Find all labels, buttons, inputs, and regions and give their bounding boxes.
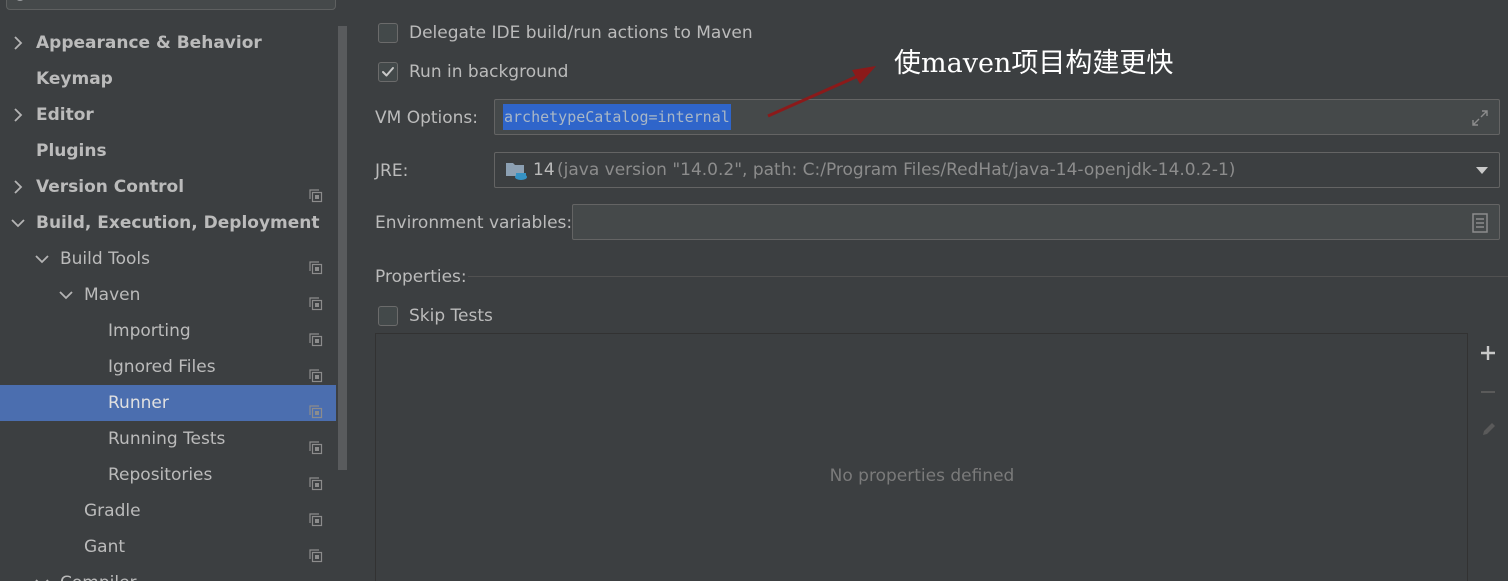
sidebar-item-label: Build, Execution, Deployment	[36, 213, 320, 233]
sidebar-item-maven[interactable]: Maven	[0, 277, 336, 313]
edit-icon[interactable]	[1480, 420, 1498, 438]
sidebar-item-label: Importing	[108, 321, 191, 341]
delegate-label[interactable]: Delegate IDE build/run actions to Maven	[409, 22, 753, 44]
skip-tests-checkbox[interactable]	[378, 306, 398, 326]
sidebar-item-label: Maven	[84, 285, 141, 305]
jre-details: (java version "14.0.2", path: C:/Program…	[557, 160, 1236, 180]
jre-version: 14	[533, 160, 555, 180]
vm-options-field[interactable]: archetypeCatalog=internal	[494, 99, 1500, 135]
sidebar-item-version-control[interactable]: Version Control	[0, 169, 336, 205]
settings-search-input[interactable]	[6, 0, 336, 10]
jre-combobox[interactable]: 14 (java version "14.0.2", path: C:/Prog…	[494, 152, 1500, 188]
vm-options-value[interactable]: archetypeCatalog=internal	[503, 104, 731, 130]
chevron-down-icon[interactable]	[33, 565, 51, 581]
browse-list-icon[interactable]	[1472, 213, 1488, 233]
vm-options-label: VM Options:	[375, 108, 479, 128]
expand-icon[interactable]	[1471, 109, 1489, 127]
chevron-down-icon[interactable]	[57, 277, 75, 313]
checkmark-icon	[382, 67, 394, 77]
sidebar-item-label: Keymap	[36, 69, 113, 89]
sidebar-item-gant[interactable]: Gant	[0, 529, 336, 565]
sidebar-item-label: Ignored Files	[108, 357, 216, 377]
sidebar-item-ignored-files[interactable]: Ignored Files	[0, 349, 336, 385]
sidebar-item-label: Gant	[84, 537, 126, 557]
sidebar-item-gradle[interactable]: Gradle	[0, 493, 336, 529]
properties-separator	[468, 276, 1508, 277]
sidebar-item-label: Gradle	[84, 501, 141, 521]
copy-settings-icon	[309, 288, 323, 311]
sidebar-item-editor[interactable]: Editor	[0, 97, 336, 133]
properties-empty-text: No properties defined	[829, 466, 1015, 486]
sidebar-item-build-tools[interactable]: Build Tools	[0, 241, 336, 277]
sidebar-item-label: Build Tools	[60, 249, 150, 269]
copy-settings-icon	[309, 360, 323, 383]
sidebar-item-label: Version Control	[36, 177, 185, 197]
sidebar-scroll-thumb[interactable]	[338, 26, 347, 470]
sidebar-item-compiler[interactable]: Compiler	[0, 565, 336, 581]
properties-toolbar	[1467, 333, 1508, 581]
runner-settings-panel: Delegate IDE build/run actions to Maven …	[349, 0, 1508, 581]
copy-settings-icon	[309, 432, 323, 455]
copy-settings-icon	[309, 540, 323, 563]
chevron-right-icon[interactable]	[9, 169, 27, 205]
run-in-background-label[interactable]: Run in background	[409, 61, 568, 83]
sidebar-item-label: Running Tests	[108, 429, 226, 449]
env-variables-label: Environment variables:	[375, 213, 573, 233]
sidebar-item-importing[interactable]: Importing	[0, 313, 336, 349]
remove-icon[interactable]	[1480, 384, 1496, 400]
add-icon[interactable]	[1480, 345, 1496, 361]
skip-tests-label[interactable]: Skip Tests	[409, 305, 493, 327]
chevron-down-icon[interactable]	[9, 205, 27, 241]
chevron-right-icon[interactable]	[9, 25, 27, 61]
dropdown-arrow-icon[interactable]	[1475, 166, 1489, 175]
sidebar-item-runner[interactable]: Runner	[0, 385, 349, 421]
sidebar-item-label: Compiler	[60, 565, 137, 581]
sidebar-item-appearance-behavior[interactable]: Appearance & Behavior	[0, 25, 336, 61]
copy-settings-icon	[309, 576, 323, 581]
copy-settings-icon	[309, 504, 323, 527]
run-in-background-checkbox[interactable]	[378, 62, 398, 82]
sidebar-item-label: Runner	[108, 393, 169, 413]
sidebar-item-keymap[interactable]: Keymap	[0, 61, 336, 97]
copy-settings-icon	[309, 252, 323, 275]
search-icon	[15, 0, 25, 1]
env-variables-field[interactable]	[572, 204, 1500, 240]
sidebar-item-label: Appearance & Behavior	[36, 33, 262, 53]
sidebar-item-label: Repositories	[108, 465, 213, 485]
sidebar-item-repositories[interactable]: Repositories	[0, 457, 336, 493]
annotation-text: 使maven项目构建更快	[894, 48, 1174, 79]
properties-label: Properties:	[375, 267, 467, 287]
chevron-down-icon[interactable]	[33, 241, 51, 277]
jre-label: JRE:	[375, 161, 409, 181]
copy-settings-icon	[309, 396, 323, 419]
copy-settings-icon	[309, 324, 323, 347]
delegate-checkbox[interactable]	[378, 23, 398, 43]
sidebar-item-build-execution-deployment[interactable]: Build, Execution, Deployment	[0, 205, 336, 241]
properties-table[interactable]: No properties defined	[375, 333, 1467, 581]
sidebar-item-label: Plugins	[36, 141, 107, 161]
copy-settings-icon	[309, 180, 323, 203]
sidebar-item-label: Editor	[36, 105, 94, 125]
copy-settings-icon	[309, 468, 323, 491]
chevron-right-icon[interactable]	[9, 97, 27, 133]
folder-java-icon	[506, 163, 527, 180]
settings-sidebar: Appearance & Behavior Keymap Editor Plugins…	[0, 0, 349, 581]
sidebar-item-plugins[interactable]: Plugins	[0, 133, 336, 169]
sidebar-item-running-tests[interactable]: Running Tests	[0, 421, 336, 457]
